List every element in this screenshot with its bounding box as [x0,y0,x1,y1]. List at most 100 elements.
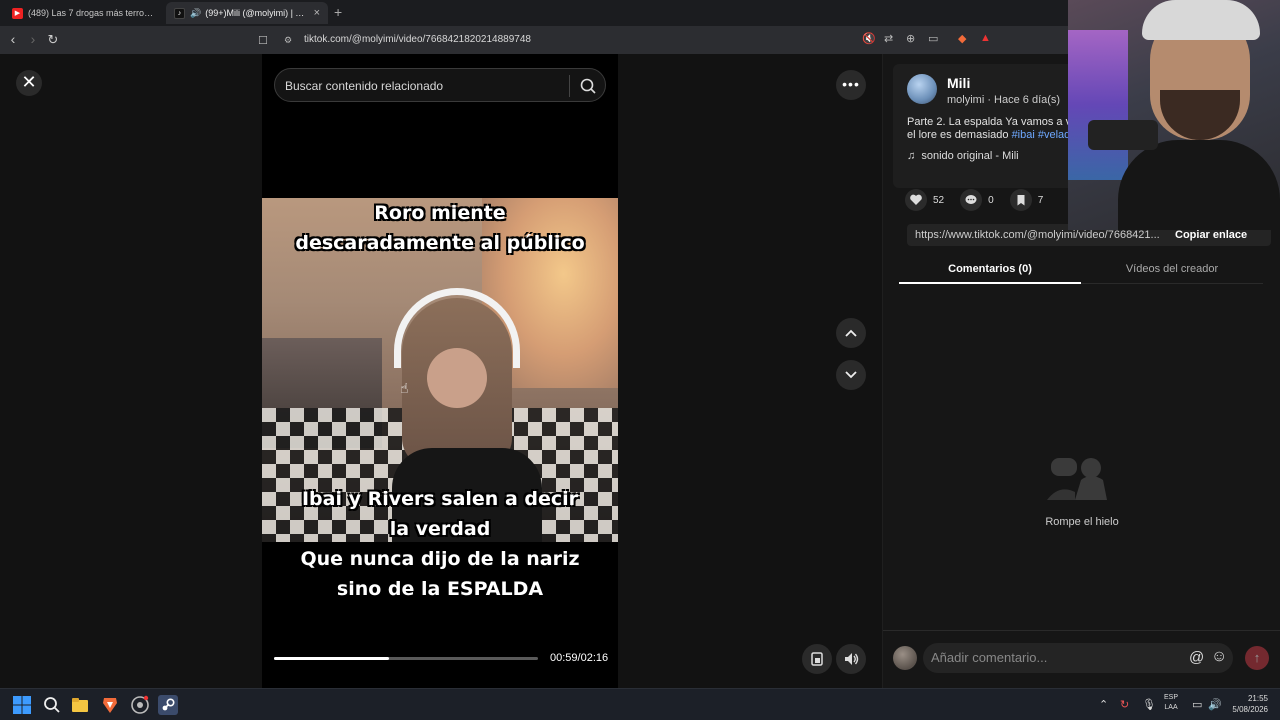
clock-time: 21:55 [1247,694,1268,703]
language-code: ESP [1164,694,1179,701]
language-indicator[interactable]: ESP LAA [1164,693,1178,713]
tray-expand-icon[interactable]: ⌃ [1099,698,1108,711]
pip-button[interactable] [802,644,832,674]
translate-icon[interactable]: ⇄ [884,32,893,45]
caption-bottom: Ibai y Rivers salen a decir la verdad Qu… [262,484,618,604]
sound-link[interactable]: ♫ sonido original - Mili [907,150,1019,162]
chevron-up-icon [845,329,857,337]
next-video-button[interactable] [836,360,866,390]
video-time: 00:59/02:16 [550,652,609,664]
microphone [1088,120,1158,150]
network-icon[interactable]: ▭ [1192,698,1202,711]
taskbar: ⌃ ↻ 🎙 ESP LAA ▭ 🔊 21:55 5/08/2026 [0,688,1280,720]
search-input[interactable] [285,77,565,95]
file-explorer-icon[interactable] [70,695,90,715]
video-player[interactable]: Roro miente descaradamente al público Ib… [262,54,618,688]
caption-line: Ibai y Rivers salen a decir [301,488,579,510]
caption-line: la verdad [389,518,491,540]
previous-video-button[interactable] [836,318,866,348]
steam-icon[interactable] [158,695,178,715]
hashtag[interactable]: #velad [1038,129,1070,141]
progress-fill [274,657,389,660]
comment-composer: @ ☺ ↑ [883,630,1280,688]
comment-box: @ ☺ [923,643,1233,673]
save-button[interactable]: 7 [1009,189,1044,211]
hashtag[interactable]: #ibai [1012,129,1035,141]
bookmark-icon [1009,189,1032,211]
copy-link-button[interactable]: Copiar enlace [1175,229,1247,241]
panel-tabs: Comentarios (0) Vídeos del creador [899,254,1263,284]
back-icon[interactable]: ‹ [4,31,22,47]
youtube-icon: ▶ [12,7,23,19]
reload-icon[interactable]: ↻ [44,32,62,48]
tab-tiktok[interactable]: ♪ 🔊 (99+)Mili (@molyimi) | TikTok × [166,2,328,24]
heart-icon [905,189,927,211]
related-search [274,68,606,102]
headset [394,288,520,368]
zoom-icon[interactable]: ⊕ [906,32,915,45]
close-tab-icon[interactable]: × [314,7,320,19]
more-options-button[interactable]: ••• [836,70,866,100]
video-progress-bar[interactable] [274,657,538,660]
like-button[interactable]: 52 [905,189,944,211]
tab-creator-videos[interactable]: Vídeos del creador [1081,263,1263,275]
bookmark-icon[interactable]: ☐ [258,34,268,47]
sync-icon[interactable]: ↻ [1120,698,1129,711]
search-divider [569,75,570,97]
sound-name: sonido original - Mili [921,150,1019,162]
tab-comments[interactable]: Comentarios (0) [899,263,1081,275]
cast-icon[interactable]: ▭ [928,32,938,45]
empty-text: Rompe el hielo [1045,516,1119,528]
speaker-icon[interactable]: 🔊 [190,8,201,19]
avatar [893,646,917,670]
new-tab-button[interactable]: + [334,4,342,20]
description-text: el lore es demasiado [907,129,1012,141]
forward-icon[interactable]: › [24,31,42,47]
brave-shields-icon[interactable]: ◆ [958,32,966,45]
tab-title: (489) Las 7 drogas más terroríficas de [28,8,156,18]
like-count: 52 [933,194,945,206]
author-meta: molyimi · Hace 6 día(s) [947,94,1061,106]
tab-youtube[interactable]: ▶ (489) Las 7 drogas más terroríficas de [4,2,164,24]
emoji-icon[interactable]: ☺ [1211,648,1227,666]
comment-input[interactable] [931,650,1171,665]
floating-player-icon [811,652,823,666]
comment-button[interactable]: 0 [960,189,994,211]
clock-date: 5/08/2026 [1232,705,1268,714]
rewards-icon[interactable]: ▲ [980,32,991,44]
engagement-stats: 52 0 7 [905,188,1059,212]
caption-line: Roro miente [374,202,506,224]
caption-line: descaradamente al público [295,232,585,254]
search-icon[interactable] [579,77,597,95]
search-icon[interactable] [42,695,62,715]
clock[interactable]: 21:55 5/08/2026 [1226,693,1268,715]
shirt [1118,140,1280,230]
chrome-icon[interactable] [130,695,150,715]
speaker-icon[interactable]: 🔊 [1208,698,1222,711]
webcam-overlay [1068,0,1280,230]
windows-start-icon[interactable] [12,695,32,715]
tiktok-icon: ♪ [174,7,185,19]
hand-cursor-icon: ☝ [400,380,409,396]
avatar[interactable] [907,74,937,104]
brave-browser-icon[interactable] [100,695,120,715]
layout-code: LAA [1164,704,1178,711]
url-text: tiktok.com/@molyimi/video/76684218202148… [304,34,531,45]
video-link[interactable]: https://www.tiktok.com/@molyimi/video/76… [915,229,1165,241]
rgb-light [1068,30,1128,180]
caption-line: Que nunca dijo de la nariz [300,548,580,570]
microphone-icon[interactable]: 🎙 [1142,698,1156,711]
active-tab-indicator [899,282,1081,284]
close-button[interactable]: ✕ [16,70,42,96]
mention-icon[interactable]: @ [1189,649,1204,666]
comment-count: 0 [988,194,994,206]
site-info-icon[interactable]: ⚙ [284,35,292,46]
send-comment-button[interactable]: ↑ [1245,646,1269,670]
author-name[interactable]: Mili [947,75,970,91]
tab-title: (99+)Mili (@molyimi) | TikTok [205,8,307,18]
save-count: 7 [1037,194,1044,206]
volume-button[interactable] [836,644,866,674]
mute-icon[interactable]: 🔇 [862,32,876,45]
cap [1142,0,1260,40]
caption-line: sino de la ESPALDA [336,578,544,600]
